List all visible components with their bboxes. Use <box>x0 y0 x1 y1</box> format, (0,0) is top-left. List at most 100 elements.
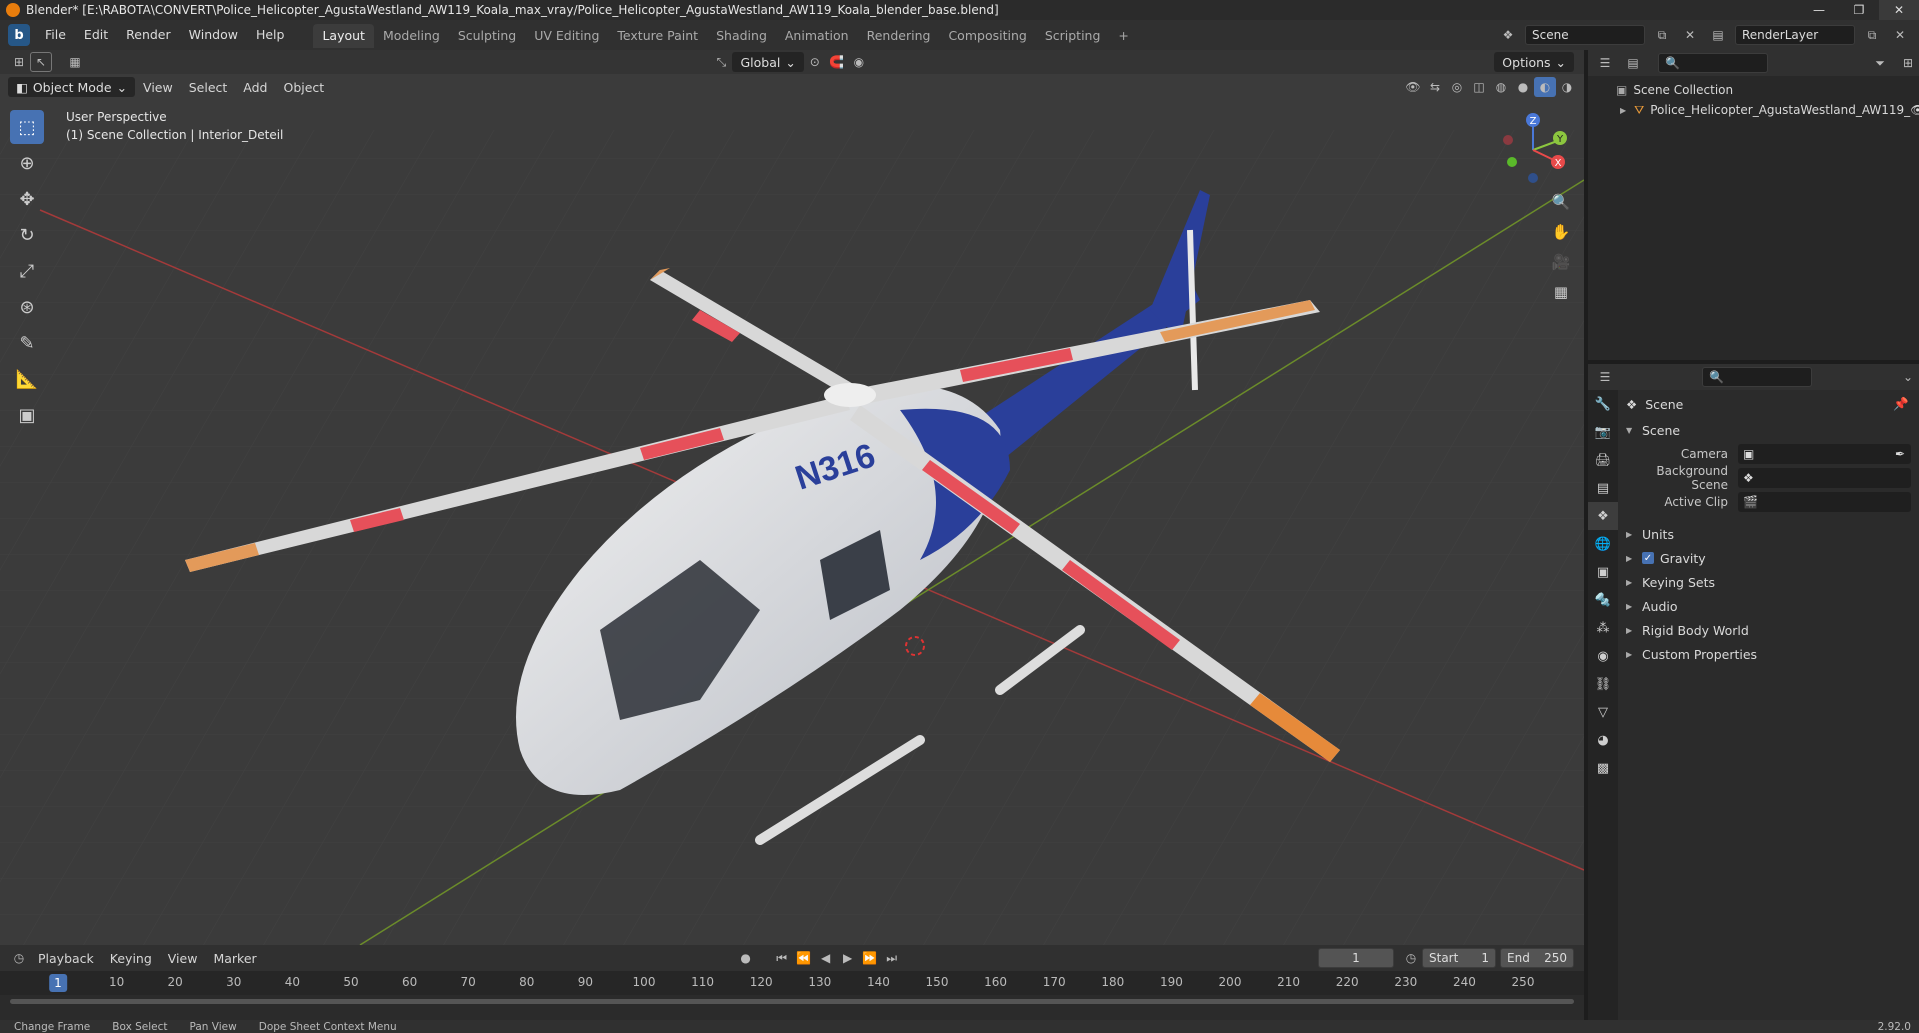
mode-dropdown[interactable]: ◧ Object Mode ⌄ <box>8 77 136 97</box>
section-keying-sets[interactable]: ▶ Keying Sets <box>1618 570 1919 594</box>
scale-tool-icon[interactable]: ⤢ <box>10 254 44 288</box>
timeline-scrollbar[interactable] <box>0 995 1584 1005</box>
active-clip-field[interactable]: 🎬 <box>1738 492 1911 512</box>
camera-view-icon[interactable]: 🎥 <box>1549 250 1573 274</box>
proportional-edit-icon[interactable]: ◉ <box>848 52 870 72</box>
rendered-shading-icon[interactable]: ◑ <box>1556 77 1578 97</box>
timeline-menu-playback[interactable]: Playback <box>30 951 102 966</box>
cursor-tool-icon[interactable]: ⊕ <box>10 146 44 180</box>
outliner-search-input[interactable]: 🔍 <box>1658 53 1768 73</box>
rotate-tool-icon[interactable]: ↻ <box>10 218 44 252</box>
editor-type-icon[interactable]: ◷ <box>8 948 30 968</box>
menu-file[interactable]: File <box>36 20 75 50</box>
editor-type-icon[interactable]: ⊞ <box>8 52 30 72</box>
editor-type-icon[interactable]: ☰ <box>1594 53 1616 73</box>
scene-icon[interactable]: ❖ <box>1497 25 1519 45</box>
data-tab-icon[interactable]: ▽ <box>1588 698 1618 726</box>
jump-end-icon[interactable]: ⏭ <box>881 948 903 968</box>
pin-icon[interactable]: 📌 <box>1893 396 1909 412</box>
add-workspace-button[interactable]: + <box>1109 24 1137 48</box>
zoom-icon[interactable]: 🔍 <box>1549 190 1573 214</box>
gizmo-toggle-icon[interactable]: ⇆ <box>1424 77 1446 97</box>
timeline-ruler[interactable]: 1 10 20 30 40 50 60 70 80 90 100 110 120 130 140 150 160… <box>0 971 1584 995</box>
menu-render[interactable]: Render <box>117 20 180 50</box>
xray-toggle-icon[interactable]: ◫ <box>1468 77 1490 97</box>
world-tab-icon[interactable]: 🌐 <box>1588 530 1618 558</box>
viewport-menu-select[interactable]: Select <box>181 80 236 95</box>
end-frame-field[interactable]: End 250 <box>1500 948 1574 968</box>
expand-arrow-icon[interactable]: ▶ <box>1620 106 1626 115</box>
pan-hand-icon[interactable]: ✋ <box>1549 220 1573 244</box>
add-cube-tool-icon[interactable]: ▣ <box>10 398 44 432</box>
physics-tab-icon[interactable]: ◉ <box>1588 642 1618 670</box>
output-tab-icon[interactable]: 🖨 <box>1588 446 1618 474</box>
material-tab-icon[interactable]: ◕ <box>1588 726 1618 754</box>
properties-search-input[interactable]: 🔍 <box>1702 367 1812 387</box>
wireframe-shading-icon[interactable]: ◍ <box>1490 77 1512 97</box>
viewport-menu-view[interactable]: View <box>135 80 181 95</box>
texture-tab-icon[interactable]: ▩ <box>1588 754 1618 782</box>
new-scene-icon[interactable]: ⧉ <box>1651 25 1673 45</box>
move-tool-icon[interactable]: ✥ <box>10 182 44 216</box>
menu-edit[interactable]: Edit <box>75 20 117 50</box>
background-scene-field[interactable]: ❖ <box>1738 468 1911 488</box>
overlay-toggle-icon[interactable]: ◎ <box>1446 77 1468 97</box>
annotate-tool-icon[interactable]: ✎ <box>10 326 44 360</box>
render-tab-icon[interactable]: 📷 <box>1588 418 1618 446</box>
eye-visibility-icon[interactable]: 👁 <box>1910 103 1919 117</box>
section-rigid-body-world[interactable]: ▶ Rigid Body World <box>1618 618 1919 642</box>
particles-tab-icon[interactable]: ⁂ <box>1588 614 1618 642</box>
current-frame-field[interactable]: 1 <box>1318 948 1394 968</box>
snap-icon[interactable]: 🧲 <box>826 52 848 72</box>
section-gravity[interactable]: ▶ ✓ Gravity <box>1618 546 1919 570</box>
timeline-menu-marker[interactable]: Marker <box>205 951 264 966</box>
visibility-icon[interactable]: 👁 <box>1402 77 1424 97</box>
scene-field[interactable]: Scene <box>1525 25 1645 45</box>
tab-rendering[interactable]: Rendering <box>858 24 940 48</box>
tab-sculpting[interactable]: Sculpting <box>449 24 525 48</box>
tab-compositing[interactable]: Compositing <box>939 24 1035 48</box>
record-icon[interactable]: ● <box>735 948 757 968</box>
minimize-button[interactable]: — <box>1799 0 1839 20</box>
tab-animation[interactable]: Animation <box>776 24 858 48</box>
outliner-root[interactable]: ▣ Scene Collection <box>1588 80 1919 100</box>
close-button[interactable]: ✕ <box>1879 0 1919 20</box>
timeline-menu-view[interactable]: View <box>160 951 206 966</box>
outliner-item[interactable]: ▶ ⛛ Police_Helicopter_AgustaWestland_AW1… <box>1588 100 1919 120</box>
constraints-tab-icon[interactable]: ⛓ <box>1588 670 1618 698</box>
scene-tab-icon[interactable]: ❖ <box>1588 502 1618 530</box>
camera-field[interactable]: ▣ ✒ <box>1738 444 1911 464</box>
material-shading-icon[interactable]: ◐ <box>1534 77 1556 97</box>
playhead-frame[interactable]: 1 <box>49 974 67 992</box>
tool-tab-icon[interactable]: 🔧 <box>1588 390 1618 418</box>
navigation-gizmo[interactable]: Z Y X <box>1498 110 1568 190</box>
section-audio[interactable]: ▶ Audio <box>1618 594 1919 618</box>
viewport-menu-add[interactable]: Add <box>235 80 275 95</box>
tab-layout[interactable]: Layout <box>313 24 374 48</box>
display-mode-icon[interactable]: ▤ <box>1622 53 1644 73</box>
jump-start-icon[interactable]: ⏮ <box>771 948 793 968</box>
next-keyframe-icon[interactable]: ⏩ <box>859 948 881 968</box>
delete-scene-icon[interactable]: ✕ <box>1679 25 1701 45</box>
eyedropper-icon[interactable]: ✒ <box>1895 447 1905 461</box>
tab-shading[interactable]: Shading <box>707 24 776 48</box>
blender-menu-icon[interactable]: b <box>8 24 30 46</box>
solid-shading-icon[interactable]: ● <box>1512 77 1534 97</box>
scrollbar-thumb[interactable] <box>10 999 1574 1004</box>
filter-icon[interactable]: ⏷ <box>1869 53 1891 73</box>
ortho-grid-icon[interactable]: ▦ <box>1549 280 1573 304</box>
3d-viewport[interactable]: N316 ⊞ ↖ ▦ ⤡ Global ⌄ ⊙ 🧲 ◉ Options ⌄ ◧ … <box>0 50 1584 945</box>
modifier-tab-icon[interactable]: 🔩 <box>1588 586 1618 614</box>
new-view-layer-icon[interactable]: ⧉ <box>1861 25 1883 45</box>
tab-modeling[interactable]: Modeling <box>374 24 449 48</box>
timeline-menu-keying[interactable]: Keying <box>102 951 160 966</box>
object-tab-icon[interactable]: ▣ <box>1588 558 1618 586</box>
select-mode-icon[interactable]: ↖ <box>30 52 52 72</box>
section-custom-properties[interactable]: ▶ Custom Properties <box>1618 642 1919 666</box>
prev-keyframe-icon[interactable]: ⏪ <box>793 948 815 968</box>
scene-panel-header[interactable]: ▼ Scene <box>1618 418 1919 442</box>
view-layer-tab-icon[interactable]: ▤ <box>1588 474 1618 502</box>
menu-help[interactable]: Help <box>247 20 294 50</box>
transform-orientation-dropdown[interactable]: Global ⌄ <box>732 52 804 72</box>
play-reverse-icon[interactable]: ◀ <box>815 948 837 968</box>
